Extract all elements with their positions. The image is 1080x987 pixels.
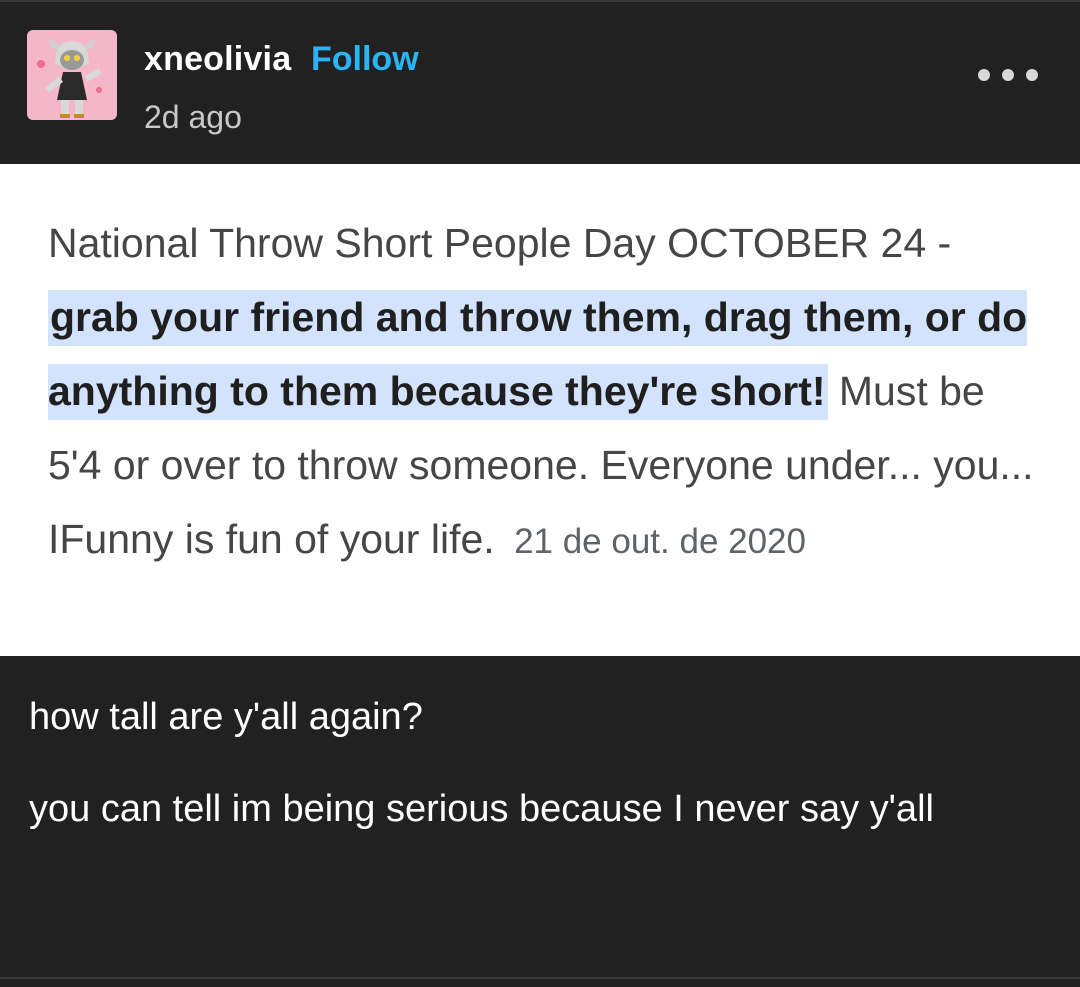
dot-icon bbox=[978, 69, 990, 81]
username-link[interactable]: xneolivia bbox=[144, 40, 291, 79]
caption-line: how tall are y'all again? bbox=[29, 696, 423, 738]
follow-button[interactable]: Follow bbox=[311, 40, 419, 79]
embedded-text: National Throw Short People Day OCTOBER … bbox=[48, 206, 1038, 579]
dot-icon bbox=[1026, 69, 1038, 81]
embed-date: 21 de out. de 2020 bbox=[514, 522, 806, 561]
avatar[interactable] bbox=[27, 30, 117, 120]
post-caption: how tall are y'all again? you can tell i… bbox=[29, 690, 1039, 836]
embedded-screenshot: National Throw Short People Day OCTOBER … bbox=[0, 164, 1080, 656]
bottom-divider bbox=[0, 977, 1080, 979]
post-timestamp: 2d ago bbox=[144, 99, 242, 135]
dot-icon bbox=[1002, 69, 1014, 81]
avatar-image bbox=[27, 30, 117, 120]
post-header: xneolivia Follow 2d ago bbox=[0, 2, 1080, 164]
embed-text-before: National Throw Short People Day OCTOBER … bbox=[48, 220, 952, 266]
post-card: xneolivia Follow 2d ago National Throw S… bbox=[0, 0, 1080, 987]
more-options-icon[interactable] bbox=[978, 62, 1038, 88]
caption-line: you can tell im being serious because I … bbox=[29, 788, 934, 830]
